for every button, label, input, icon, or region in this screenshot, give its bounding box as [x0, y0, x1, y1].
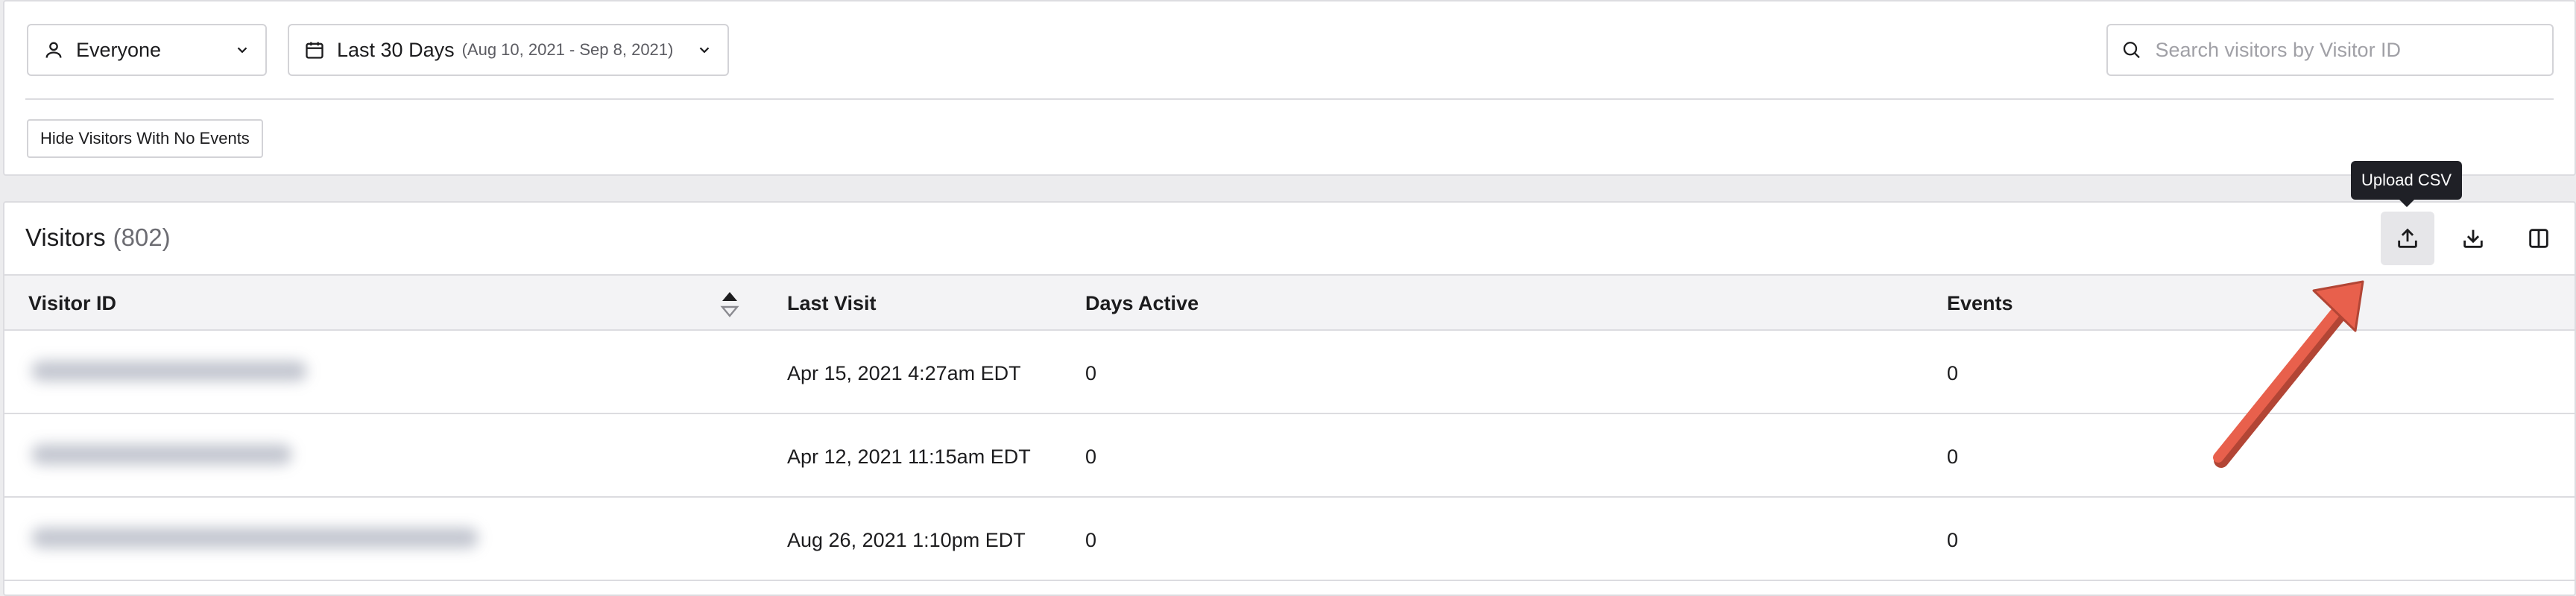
search-input[interactable]	[2153, 37, 2539, 63]
visitor-id-redacted	[10, 498, 525, 578]
date-range-label: Last 30 Days	[337, 38, 455, 61]
date-range-dropdown[interactable]: Last 30 Days (Aug 10, 2021 - Sep 8, 2021…	[288, 24, 729, 76]
search-icon	[2123, 42, 2140, 59]
visitor-id-redacted	[10, 331, 525, 411]
filter-divider	[25, 98, 2554, 100]
column-header-days-active[interactable]: Days Active	[1085, 292, 1199, 315]
calendar-icon	[306, 42, 323, 59]
download-csv-button[interactable]	[2446, 212, 2500, 265]
columns-button[interactable]	[2512, 212, 2566, 265]
visitors-title: Visitors	[25, 224, 106, 251]
days-active-cell: 0	[1085, 529, 1097, 551]
table-row[interactable]: Aug 26, 2021 1:10pm EDT 0 0	[4, 498, 2575, 581]
hide-no-events-button[interactable]: Hide Visitors With No Events	[27, 119, 263, 158]
upload-icon	[2398, 228, 2417, 248]
sort-icon[interactable]	[720, 291, 739, 317]
chevron-down-icon	[699, 47, 710, 54]
columns-icon	[2529, 229, 2548, 248]
date-range-sub: (Aug 10, 2021 - Sep 8, 2021)	[461, 40, 674, 59]
events-cell: 0	[1947, 362, 1959, 384]
audience-dropdown[interactable]: Everyone	[27, 24, 267, 76]
last-visit-cell: Apr 12, 2021 11:15am EDT	[787, 446, 1031, 468]
days-active-cell: 0	[1085, 362, 1097, 384]
table-row[interactable]: Apr 12, 2021 11:15am EDT 0 0	[4, 414, 2575, 498]
visitors-heading: Visitors (802)	[25, 224, 171, 252]
user-icon	[45, 42, 62, 58]
visitor-id-redacted	[10, 414, 525, 495]
search-field[interactable]	[2106, 24, 2554, 76]
column-header-events[interactable]: Events	[1947, 292, 2013, 315]
chevron-down-icon	[237, 47, 247, 54]
column-header-visitor-id[interactable]: Visitor ID	[28, 292, 116, 315]
days-active-cell: 0	[1085, 446, 1097, 468]
table-row[interactable]: Apr 15, 2021 4:27am EDT 0 0	[4, 331, 2575, 414]
download-icon	[2463, 229, 2483, 248]
upload-csv-button[interactable]	[2381, 212, 2434, 265]
last-visit-cell: Aug 26, 2021 1:10pm EDT	[787, 529, 1026, 551]
upload-tooltip: Upload CSV	[2351, 161, 2463, 207]
last-visit-cell: Apr 15, 2021 4:27am EDT	[787, 362, 1021, 384]
column-header-last-visit[interactable]: Last Visit	[787, 292, 877, 315]
visitors-count: (802)	[113, 224, 171, 251]
events-cell: 0	[1947, 529, 1959, 551]
events-cell: 0	[1947, 446, 1959, 468]
audience-label: Everyone	[76, 38, 162, 61]
table-header	[4, 274, 2575, 331]
